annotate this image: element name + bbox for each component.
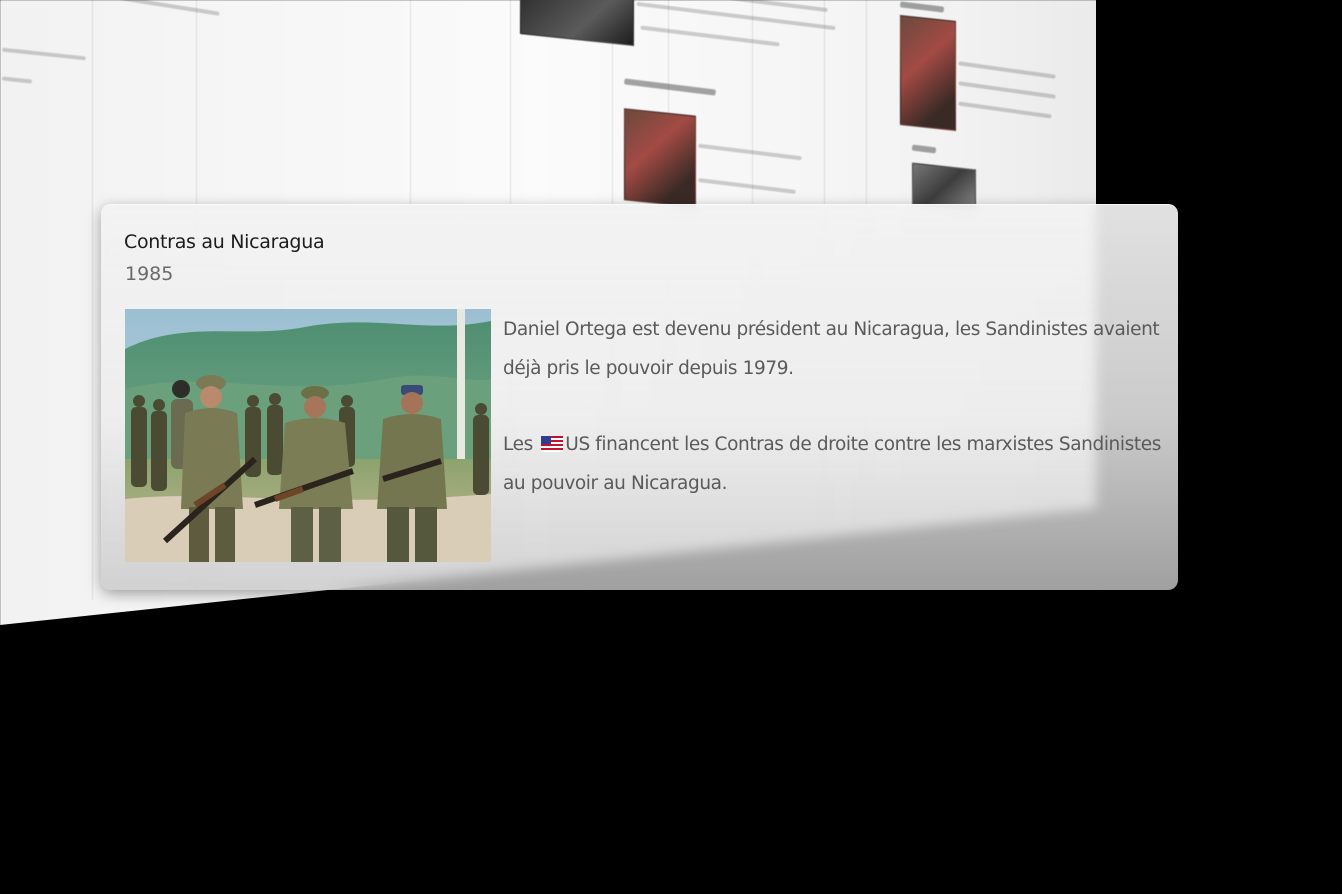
description-paragraph: Daniel Ortega est devenu président au Ni…	[503, 319, 1160, 379]
event-title: Contras au Nicaragua	[124, 231, 325, 253]
description-text: US financent les Contras de droite contr…	[503, 434, 1161, 494]
background-event-title	[623, 78, 717, 96]
background-event-thumbnail	[900, 15, 956, 131]
background-text-line	[958, 81, 1056, 99]
event-year: 1985	[125, 263, 174, 285]
background-text-line	[120, 0, 220, 16]
background-event-thumbnail	[624, 108, 696, 208]
us-flag-icon	[541, 436, 564, 452]
background-text-line	[2, 47, 86, 61]
description-text: Les	[503, 434, 539, 455]
background-event-title	[911, 144, 937, 154]
background-text-line	[1, 76, 33, 84]
event-detail-card[interactable]: Contras au Nicaragua 1985 Daniel Ortega …	[101, 204, 1178, 590]
background-event-thumbnail	[520, 0, 634, 46]
background-text-line	[698, 143, 802, 161]
timeline-column-divider	[92, 0, 93, 600]
timeline-viewport: Contras au Nicaragua 1985 Daniel Ortega …	[0, 0, 1342, 894]
background-event-title	[899, 1, 945, 13]
background-text-line	[958, 101, 1052, 119]
event-description: Daniel Ortega est devenu président au Ni…	[503, 311, 1163, 503]
background-text-line	[698, 178, 796, 194]
background-text-line	[958, 61, 1056, 79]
background-text-line	[728, 0, 828, 13]
event-photo	[125, 309, 491, 562]
background-text-line	[640, 25, 780, 47]
description-paragraph: Les US financent les Contras de droite c…	[503, 426, 1163, 503]
